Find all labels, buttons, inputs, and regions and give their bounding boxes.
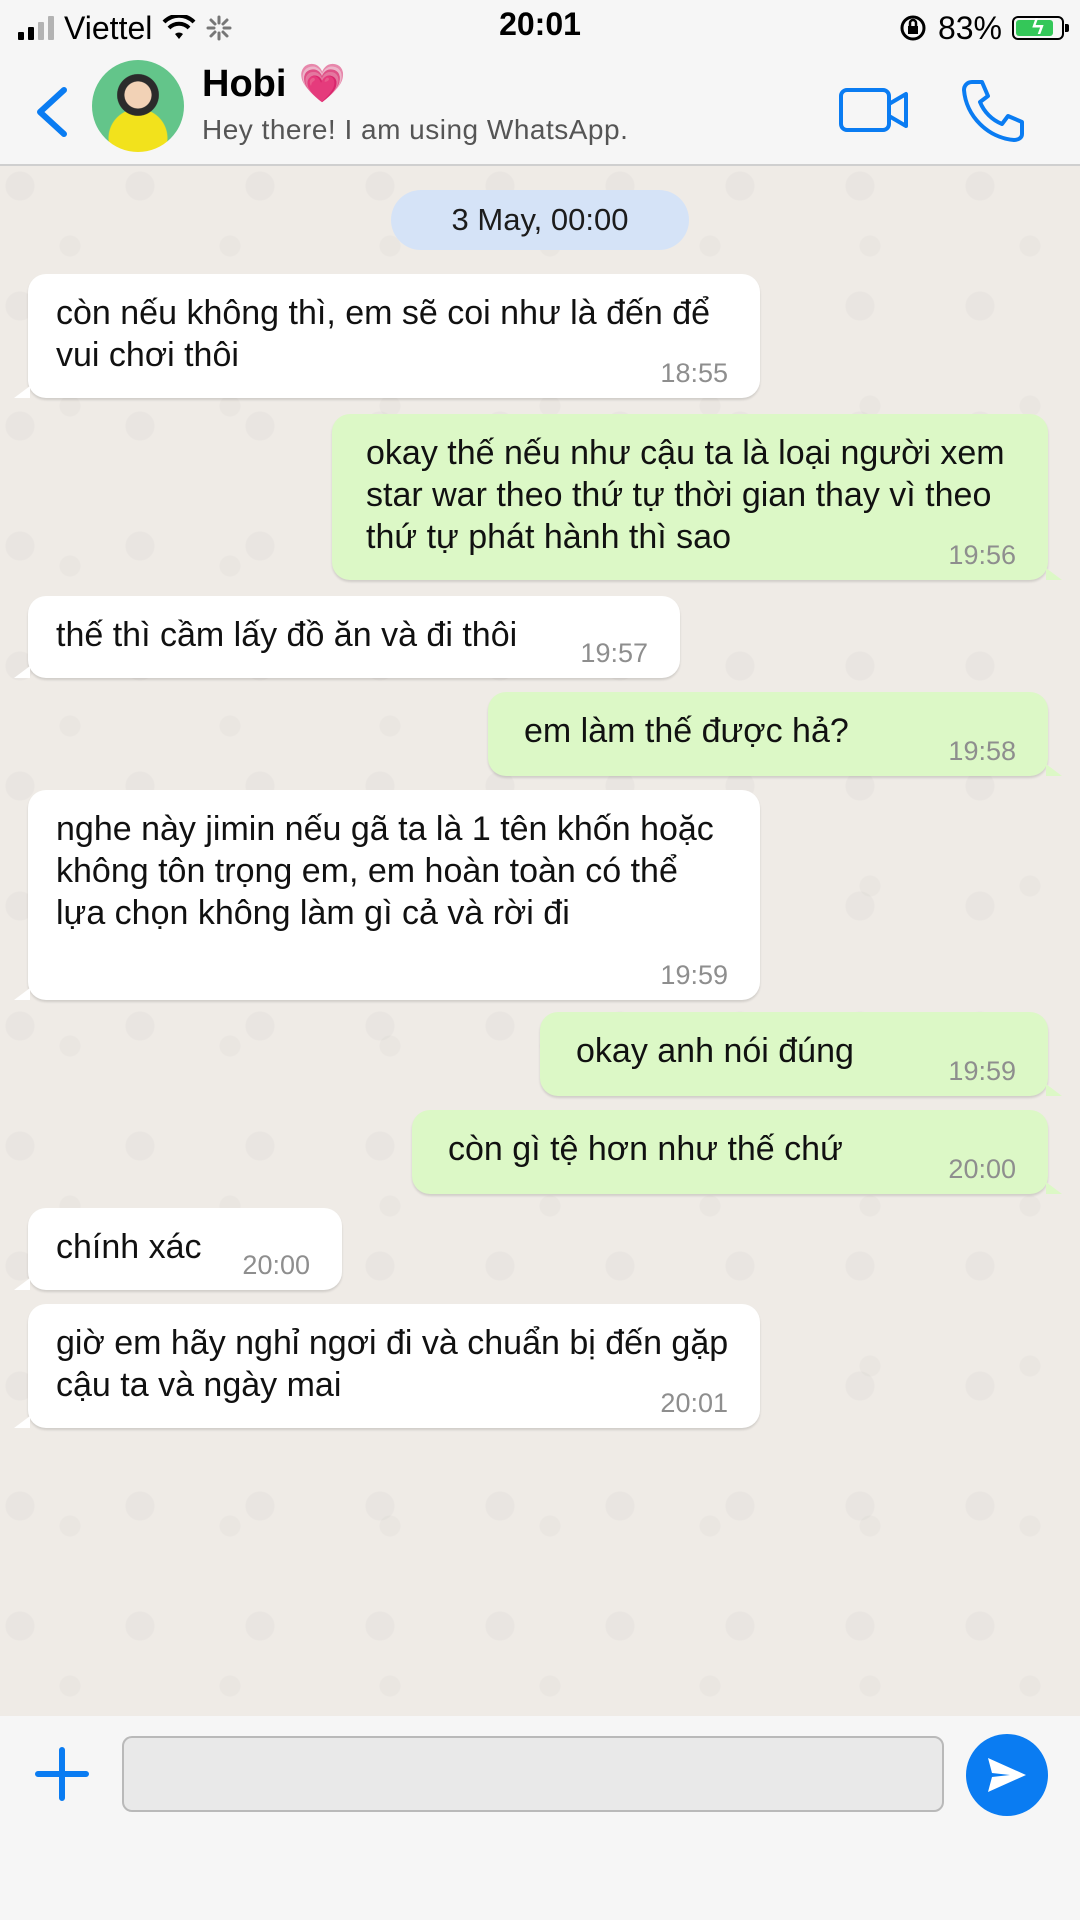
message-time: 20:00: [948, 1154, 1016, 1184]
message-time: 19:57: [580, 638, 648, 668]
date-separator: 3 May, 00:00: [391, 190, 689, 250]
status-bar: Viettel 20:01 83% ϟ: [0, 0, 1080, 56]
message-bubble-outgoing[interactable]: còn gì tệ hơn như thế chứ 20:00: [412, 1110, 1062, 1194]
message-text: okay thế nếu như cậu ta là loại người xe…: [366, 434, 1005, 556]
message-bubble-incoming[interactable]: còn nếu không thì, em sẽ coi như là đến …: [14, 274, 760, 398]
message-bubble-outgoing[interactable]: okay anh nói đúng 19:59: [540, 1012, 1062, 1096]
back-chevron-icon[interactable]: [28, 84, 78, 140]
phone-icon[interactable]: [958, 78, 1028, 144]
message-bubble-outgoing[interactable]: em làm thế được hả? 19:58: [488, 692, 1062, 776]
message-input[interactable]: [122, 1736, 944, 1812]
message-time: 19:59: [660, 960, 728, 990]
message-text: thế thì cầm lấy đồ ăn và đi thôi: [56, 616, 518, 654]
message-time: 19:56: [948, 540, 1016, 570]
avatar[interactable]: [92, 60, 184, 152]
message-bubble-outgoing[interactable]: okay thế nếu như cậu ta là loại người xe…: [332, 414, 1062, 580]
message-time: 19:59: [948, 1056, 1016, 1086]
contact-name[interactable]: Hobi 💗: [202, 62, 346, 106]
message-bubble-incoming[interactable]: thế thì cầm lấy đồ ăn và đi thôi 19:57: [14, 596, 680, 678]
battery-percent: 83%: [937, 9, 1002, 46]
message-bubble-incoming[interactable]: nghe này jimin nếu gã ta là 1 tên khốn h…: [14, 790, 760, 1000]
message-time: 20:00: [242, 1250, 310, 1280]
send-button[interactable]: [966, 1734, 1048, 1816]
message-text: giờ em hãy nghỉ ngơi đi và chuẩn bị đến …: [56, 1324, 729, 1404]
contact-status: Hey there! I am using WhatsApp.: [202, 114, 629, 145]
message-text: còn gì tệ hơn như thế chứ: [448, 1130, 843, 1168]
message-time: 18:55: [660, 358, 728, 388]
message-input-bar: [0, 1716, 1080, 1920]
orientation-lock-icon: [900, 15, 926, 41]
message-time: 19:58: [948, 736, 1016, 766]
heart-emoji-icon: 💗: [298, 63, 346, 105]
send-icon: [988, 1758, 1026, 1792]
video-call-icon[interactable]: [838, 84, 910, 136]
message-text: em làm thế được hả?: [524, 712, 849, 750]
plus-icon[interactable]: [34, 1746, 90, 1802]
message-bubble-incoming[interactable]: chính xác 20:00: [14, 1208, 342, 1290]
message-bubble-incoming[interactable]: giờ em hãy nghỉ ngơi đi và chuẩn bị đến …: [14, 1304, 760, 1428]
message-time: 20:01: [660, 1388, 728, 1418]
chat-header: Hobi 💗 Hey there! I am using WhatsApp.: [0, 56, 1080, 166]
chat-area[interactable]: 3 May, 00:00 còn nếu không thì, em sẽ co…: [0, 166, 1080, 1716]
battery-icon: ϟ: [1012, 14, 1069, 40]
contact-name-label: Hobi: [202, 62, 287, 105]
message-text: còn nếu không thì, em sẽ coi như là đến …: [56, 294, 711, 374]
status-right: 83% ϟ: [898, 8, 1069, 48]
message-text: nghe này jimin nếu gã ta là 1 tên khốn h…: [56, 810, 714, 932]
